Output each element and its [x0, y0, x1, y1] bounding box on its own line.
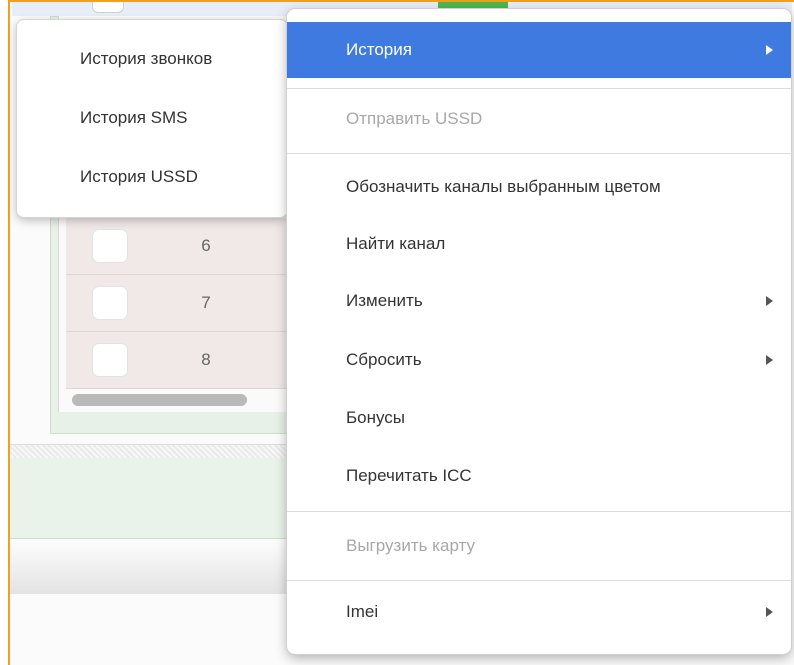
menu-item-label: Сбросить: [346, 350, 422, 369]
table-row[interactable]: 6: [66, 218, 300, 275]
menu-item-label: Imei: [346, 602, 379, 621]
menu-item-history[interactable]: История: [287, 22, 791, 78]
menu-item-unload-card[interactable]: Выгрузить карту: [287, 518, 791, 574]
submenu-item-ussd-history[interactable]: История USSD: [17, 150, 287, 204]
menu-item-mark-channels-color[interactable]: Обозначить каналы выбранным цветом: [287, 159, 791, 215]
menu-item-label: Бонусы: [346, 408, 406, 427]
chevron-right-icon: [766, 45, 773, 55]
row-checkbox[interactable]: [92, 286, 128, 320]
menu-item-label: Обозначить каналы выбранным цветом: [346, 177, 661, 196]
submenu-item-label: История SMS: [80, 108, 188, 127]
menu-separator: [287, 88, 791, 89]
chevron-right-icon: [766, 355, 773, 365]
menu-item-label: Отправить USSD: [346, 109, 483, 128]
submenu-item-call-history[interactable]: История звонков: [17, 32, 287, 86]
chevron-right-icon: [766, 607, 773, 617]
submenu-item-sms-history[interactable]: История SMS: [17, 91, 287, 145]
lower-panel: [10, 458, 310, 539]
menu-item-label: История: [346, 40, 412, 59]
header-checkbox[interactable]: [92, 2, 124, 13]
menu-item-change[interactable]: Изменить: [287, 273, 791, 329]
splitter-bar[interactable]: [10, 444, 310, 459]
menu-item-label: Изменить: [346, 291, 423, 310]
bottom-toolbar: [10, 546, 310, 594]
row-number: 8: [201, 350, 211, 369]
chevron-right-icon: [766, 296, 773, 306]
row-number: 7: [201, 293, 211, 312]
row-checkbox[interactable]: [92, 343, 128, 377]
table-row[interactable]: 7: [66, 275, 300, 332]
menu-item-label: Выгрузить карту: [346, 536, 476, 555]
row-checkbox[interactable]: [92, 229, 128, 263]
context-menu: История Отправить USSD Обозначить каналы…: [287, 9, 791, 654]
table-row[interactable]: 8: [66, 332, 300, 389]
menu-item-reset[interactable]: Сбросить: [287, 332, 791, 388]
menu-item-label: Найти канал: [346, 234, 446, 253]
submenu-item-label: История USSD: [80, 167, 198, 186]
menu-separator: [287, 153, 791, 154]
menu-item-imei[interactable]: Imei: [287, 584, 791, 640]
menu-item-label: Перечитать ICC: [346, 466, 472, 485]
submenu-item-label: История звонков: [80, 49, 213, 68]
history-submenu: История звонков История SMS История USSD: [17, 20, 287, 217]
menu-item-bonuses[interactable]: Бонусы: [287, 390, 791, 446]
menu-separator: [287, 580, 791, 581]
menu-item-send-ussd[interactable]: Отправить USSD: [287, 91, 791, 147]
menu-separator: [287, 511, 791, 512]
menu-item-reread-icc[interactable]: Перечитать ICC: [287, 448, 791, 504]
row-number: 6: [201, 236, 211, 255]
horizontal-scrollbar[interactable]: [72, 394, 247, 406]
menu-item-find-channel[interactable]: Найти канал: [287, 216, 791, 272]
